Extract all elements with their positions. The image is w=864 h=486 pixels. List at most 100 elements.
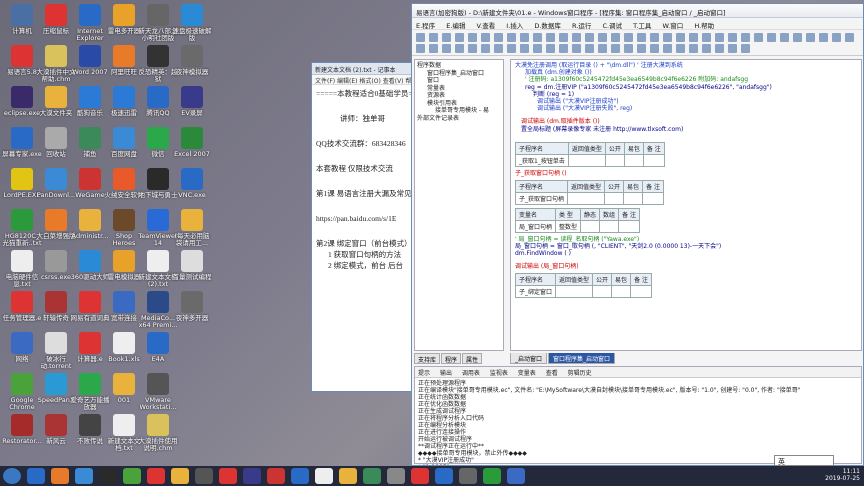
menu-item[interactable]: C.调试	[602, 22, 622, 30]
toolbar-button[interactable]	[429, 33, 438, 42]
toolbar-button[interactable]	[754, 33, 763, 42]
toolbar-button[interactable]	[598, 33, 607, 42]
taskbar-app-icon[interactable]	[123, 468, 141, 484]
taskbar-app-icon[interactable]	[411, 468, 429, 484]
toolbar-button[interactable]	[741, 33, 750, 42]
notepad-body[interactable]: =====本教程适合0基础学员==== 讲师：独单哥 QQ技术交流群：68342…	[312, 85, 420, 274]
taskbar-app-icon[interactable]	[315, 468, 333, 484]
tree-item[interactable]: 接单哥专用模块 - 易	[417, 107, 501, 115]
desktop-icon[interactable]: E4A	[138, 330, 178, 374]
taskbar-app-icon[interactable]	[435, 468, 453, 484]
td[interactable]: 局_窗口句柄	[514, 220, 557, 234]
ide-menubar[interactable]: E.程序 E.编辑 V.查看 I.插入 D.数据库 R.运行 C.调试 T.工具…	[412, 18, 863, 30]
desktop-icon[interactable]: 大漠插件使用说明.chm	[138, 412, 178, 456]
toolbar-button[interactable]	[611, 44, 620, 53]
var-table[interactable]: 变量名类 型静态 数组备 注 局_窗口句柄 整数型	[514, 208, 640, 234]
desktop-icon[interactable]: 速盘极速破解版	[172, 2, 212, 46]
toolbar-button[interactable]	[611, 33, 620, 42]
ime-indicator[interactable]: 英	[774, 455, 834, 466]
tab-program[interactable]: 程序	[441, 353, 462, 364]
notepad-menu[interactable]: 文件(F) 编辑(E) 格式(O) 查看(V) 帮助(H)	[312, 75, 420, 85]
tab-output[interactable]: 输出	[440, 370, 452, 377]
toolbar-button[interactable]	[780, 33, 789, 42]
toolbar-button[interactable]	[468, 44, 477, 53]
toolbar-button[interactable]	[455, 33, 464, 42]
desktop-icon[interactable]: 夜神模拟器	[172, 43, 212, 87]
toolbar-button[interactable]	[533, 33, 542, 42]
toolbar-button[interactable]	[416, 44, 425, 53]
td[interactable]: 子_获取窗口句柄	[514, 192, 569, 206]
taskbar-app-icon[interactable]	[147, 468, 165, 484]
taskbar-app-icon[interactable]	[27, 468, 45, 484]
toolbar-button[interactable]	[494, 33, 503, 42]
toolbar-button[interactable]	[520, 33, 529, 42]
tab-start-window[interactable]: _启动窗口	[510, 353, 548, 364]
toolbar-button[interactable]	[559, 33, 568, 42]
tree-item[interactable]: 窗口	[417, 77, 501, 85]
taskbar-app-icon[interactable]	[243, 468, 261, 484]
tree-item[interactable]: 资源表	[417, 92, 501, 100]
toolbar-button[interactable]	[481, 44, 490, 53]
tab-hint[interactable]: 提示	[418, 370, 430, 377]
toolbar-button[interactable]	[715, 33, 724, 42]
ide-toolbar[interactable]	[412, 30, 863, 56]
toolbar-button[interactable]	[585, 33, 594, 42]
toolbar-button[interactable]	[520, 44, 529, 53]
desktop-icon[interactable]: VNC.exe	[172, 166, 212, 210]
tab-support[interactable]: 支持库	[414, 353, 441, 364]
desktop-icon[interactable]: 夜神多开器	[172, 289, 212, 333]
toolbar-button[interactable]	[442, 44, 451, 53]
taskbar-app-icon[interactable]	[99, 468, 117, 484]
toolbar-button[interactable]	[637, 44, 646, 53]
sub-table[interactable]: 子程序名 返回值类型 公开 易包备 注 子_绑定窗口	[514, 272, 652, 298]
code-tabs[interactable]: _启动窗口 窗口程序集_启动窗口	[510, 353, 862, 364]
toolbar-button[interactable]	[429, 44, 438, 53]
toolbar-button[interactable]	[637, 33, 646, 42]
toolbar-button[interactable]	[728, 33, 737, 42]
taskbar-app-icon[interactable]	[267, 468, 285, 484]
output-panel[interactable]: 提示 输出 调用表 监视表 变量表 查看 剪辑历史 正在预处理源程序 正在编译模块…	[414, 366, 862, 465]
ide-window[interactable]: 易语言(加密狗版) - D:\新建文件夹\01.e - Windows窗口程序 …	[411, 3, 864, 466]
desktop-icon[interactable]: 首量测试编程	[172, 248, 212, 292]
toolbar-button[interactable]	[715, 44, 724, 53]
sub-table[interactable]: 子程序名 返回值类型 公开 易包备 注 子_获取窗口句柄	[514, 180, 664, 206]
taskbar-app-icon[interactable]	[219, 468, 237, 484]
toolbar-button[interactable]	[572, 33, 581, 42]
taskbar-app-icon[interactable]	[459, 468, 477, 484]
sub-table[interactable]: 子程序名 返回值类型 公开 易包备 注 _获取1_按钮单击	[515, 141, 665, 167]
tree-item[interactable]: 程序数据	[417, 62, 501, 70]
toolbar-button[interactable]	[663, 33, 672, 42]
start-button[interactable]	[3, 468, 21, 484]
td[interactable]: 整数型	[555, 220, 582, 234]
td[interactable]: _获取1_按钮单击	[515, 153, 569, 167]
toolbar-button[interactable]	[741, 44, 750, 53]
toolbar-button[interactable]	[507, 44, 516, 53]
toolbar-button[interactable]	[442, 33, 451, 42]
toolbar-button[interactable]	[624, 44, 633, 53]
tree-item[interactable]: 窗口程序集_启动窗口	[417, 70, 501, 78]
taskbar-app-icon[interactable]	[483, 468, 501, 484]
toolbar-button[interactable]	[650, 33, 659, 42]
toolbar-button[interactable]	[585, 44, 594, 53]
toolbar-button[interactable]	[819, 33, 828, 42]
taskbar-app-icon[interactable]	[291, 468, 309, 484]
menu-item[interactable]: E.编辑	[446, 22, 465, 30]
tab-props[interactable]: 属性	[462, 353, 483, 364]
tree-item[interactable]: 常量表	[417, 85, 501, 93]
menu-item[interactable]: W.窗口	[662, 22, 683, 30]
toolbar-button[interactable]	[598, 44, 607, 53]
toolbar-button[interactable]	[546, 33, 555, 42]
project-tree[interactable]: 程序数据 窗口程序集_启动窗口 窗口 常量表 资源表 模块引用表 接单哥专用模块…	[414, 59, 504, 351]
taskbar[interactable]	[0, 466, 864, 486]
system-tray-clock[interactable]: 11:11 2019-07-25	[825, 468, 860, 482]
tab-vars[interactable]: 变量表	[518, 370, 536, 377]
tab-watch[interactable]: 监视表	[490, 370, 508, 377]
toolbar-button[interactable]	[507, 33, 516, 42]
menu-item[interactable]: D.数据库	[534, 22, 561, 30]
toolbar-button[interactable]	[546, 44, 555, 53]
menu-item[interactable]: I.插入	[506, 22, 523, 30]
toolbar-button[interactable]	[481, 33, 490, 42]
tab-find[interactable]: 查看	[546, 370, 558, 377]
menu-item[interactable]: E.程序	[416, 22, 435, 30]
taskbar-app-icon[interactable]	[195, 468, 213, 484]
